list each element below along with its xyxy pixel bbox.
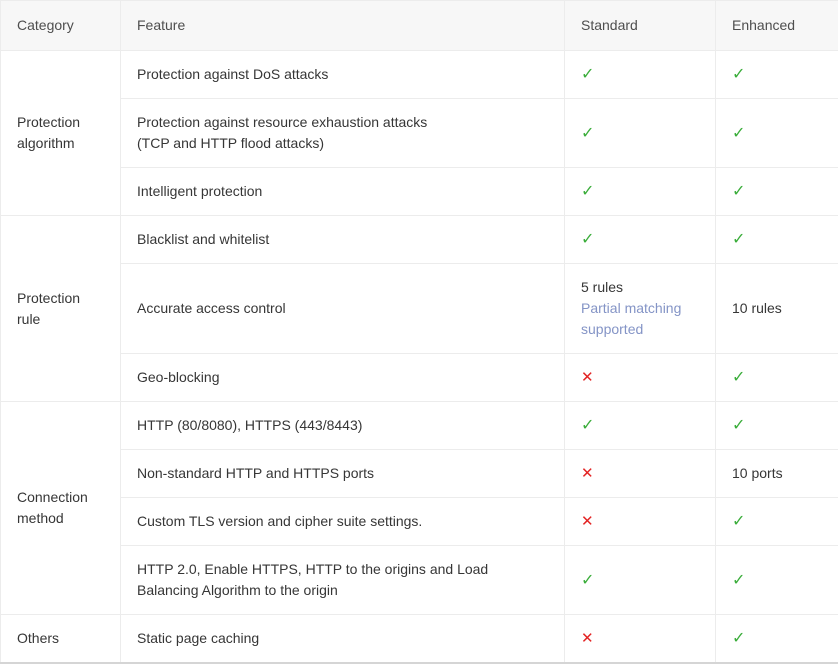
enhanced-cell: ✓: [716, 51, 838, 99]
feature-cell: HTTP (80/8080), HTTPS (443/8443): [121, 402, 565, 450]
check-icon: ✓: [732, 369, 745, 386]
check-icon: ✓: [732, 125, 745, 142]
standard-cell: ✕: [565, 615, 716, 664]
enhanced-cell: 10 ports: [716, 450, 838, 498]
feature-comparison-table: Category Feature Standard Enhanced Prote…: [0, 0, 838, 664]
standard-cell: ✕: [565, 450, 716, 498]
check-icon: ✓: [581, 183, 594, 200]
enhanced-cell: 10 rules: [716, 264, 838, 354]
cross-icon: ✕: [581, 369, 594, 386]
check-icon: ✓: [581, 572, 594, 589]
standard-cell: 5 rules Partial matching supported: [565, 264, 716, 354]
table-row: HTTP 2.0, Enable HTTPS, HTTP to the orig…: [1, 546, 838, 615]
enhanced-cell: ✓: [716, 546, 838, 615]
feature-cell: Accurate access control: [121, 264, 565, 354]
cross-icon: ✕: [581, 513, 594, 530]
check-icon: ✓: [732, 183, 745, 200]
table-row: Non-standard HTTP and HTTPS ports ✕ 10 p…: [1, 450, 838, 498]
check-icon: ✓: [581, 417, 594, 434]
enhanced-value: 10 ports: [732, 465, 783, 481]
partial-matching-link[interactable]: Partial matching supported: [581, 298, 699, 340]
enhanced-cell: ✓: [716, 615, 838, 664]
table-row: Accurate access control 5 rules Partial …: [1, 264, 838, 354]
standard-cell: ✕: [565, 354, 716, 402]
cross-icon: ✕: [581, 465, 594, 482]
category-cell-protection-algorithm: Protection algorithm: [1, 51, 121, 216]
check-icon: ✓: [581, 125, 594, 142]
standard-cell: ✓: [565, 168, 716, 216]
check-icon: ✓: [581, 231, 594, 248]
check-icon: ✓: [732, 417, 745, 434]
header-enhanced: Enhanced: [716, 1, 838, 51]
standard-cell: ✓: [565, 546, 716, 615]
enhanced-cell: ✓: [716, 216, 838, 264]
feature-cell: Protection against resource exhaustion a…: [121, 99, 565, 168]
check-icon: ✓: [732, 572, 745, 589]
feature-cell: Blacklist and whitelist: [121, 216, 565, 264]
category-cell-others: Others: [1, 615, 121, 664]
feature-cell: Custom TLS version and cipher suite sett…: [121, 498, 565, 546]
feature-cell: Protection against DoS attacks: [121, 51, 565, 99]
check-icon: ✓: [732, 231, 745, 248]
table-row: Others Static page caching ✕ ✓: [1, 615, 838, 664]
table-row: Geo-blocking ✕ ✓: [1, 354, 838, 402]
feature-cell: Intelligent protection: [121, 168, 565, 216]
header-category: Category: [1, 1, 121, 51]
category-cell-connection-method: Connection method: [1, 402, 121, 615]
feature-comparison-page: Category Feature Standard Enhanced Prote…: [0, 0, 838, 664]
standard-cell: ✓: [565, 402, 716, 450]
enhanced-cell: ✓: [716, 168, 838, 216]
check-icon: ✓: [732, 630, 745, 647]
standard-cell: ✓: [565, 99, 716, 168]
table-row: Protection algorithm Protection against …: [1, 51, 838, 99]
table-row: Connection method HTTP (80/8080), HTTPS …: [1, 402, 838, 450]
feature-cell: Static page caching: [121, 615, 565, 664]
cross-icon: ✕: [581, 630, 594, 647]
standard-value: 5 rules: [581, 277, 699, 298]
table-row: Custom TLS version and cipher suite sett…: [1, 498, 838, 546]
check-icon: ✓: [732, 513, 745, 530]
check-icon: ✓: [581, 66, 594, 83]
enhanced-cell: ✓: [716, 354, 838, 402]
category-cell-protection-rule: Protection rule: [1, 216, 121, 402]
header-row: Category Feature Standard Enhanced: [1, 1, 838, 51]
feature-cell: HTTP 2.0, Enable HTTPS, HTTP to the orig…: [121, 546, 565, 615]
standard-cell: ✕: [565, 498, 716, 546]
feature-cell: Non-standard HTTP and HTTPS ports: [121, 450, 565, 498]
feature-cell: Geo-blocking: [121, 354, 565, 402]
header-standard: Standard: [565, 1, 716, 51]
standard-cell: ✓: [565, 51, 716, 99]
enhanced-cell: ✓: [716, 99, 838, 168]
enhanced-value: 10 rules: [732, 300, 782, 316]
enhanced-cell: ✓: [716, 402, 838, 450]
check-icon: ✓: [732, 66, 745, 83]
table-row: Protection against resource exhaustion a…: [1, 99, 838, 168]
header-feature: Feature: [121, 1, 565, 51]
enhanced-cell: ✓: [716, 498, 838, 546]
table-row: Protection rule Blacklist and whitelist …: [1, 216, 838, 264]
standard-cell: ✓: [565, 216, 716, 264]
table-row: Intelligent protection ✓ ✓: [1, 168, 838, 216]
